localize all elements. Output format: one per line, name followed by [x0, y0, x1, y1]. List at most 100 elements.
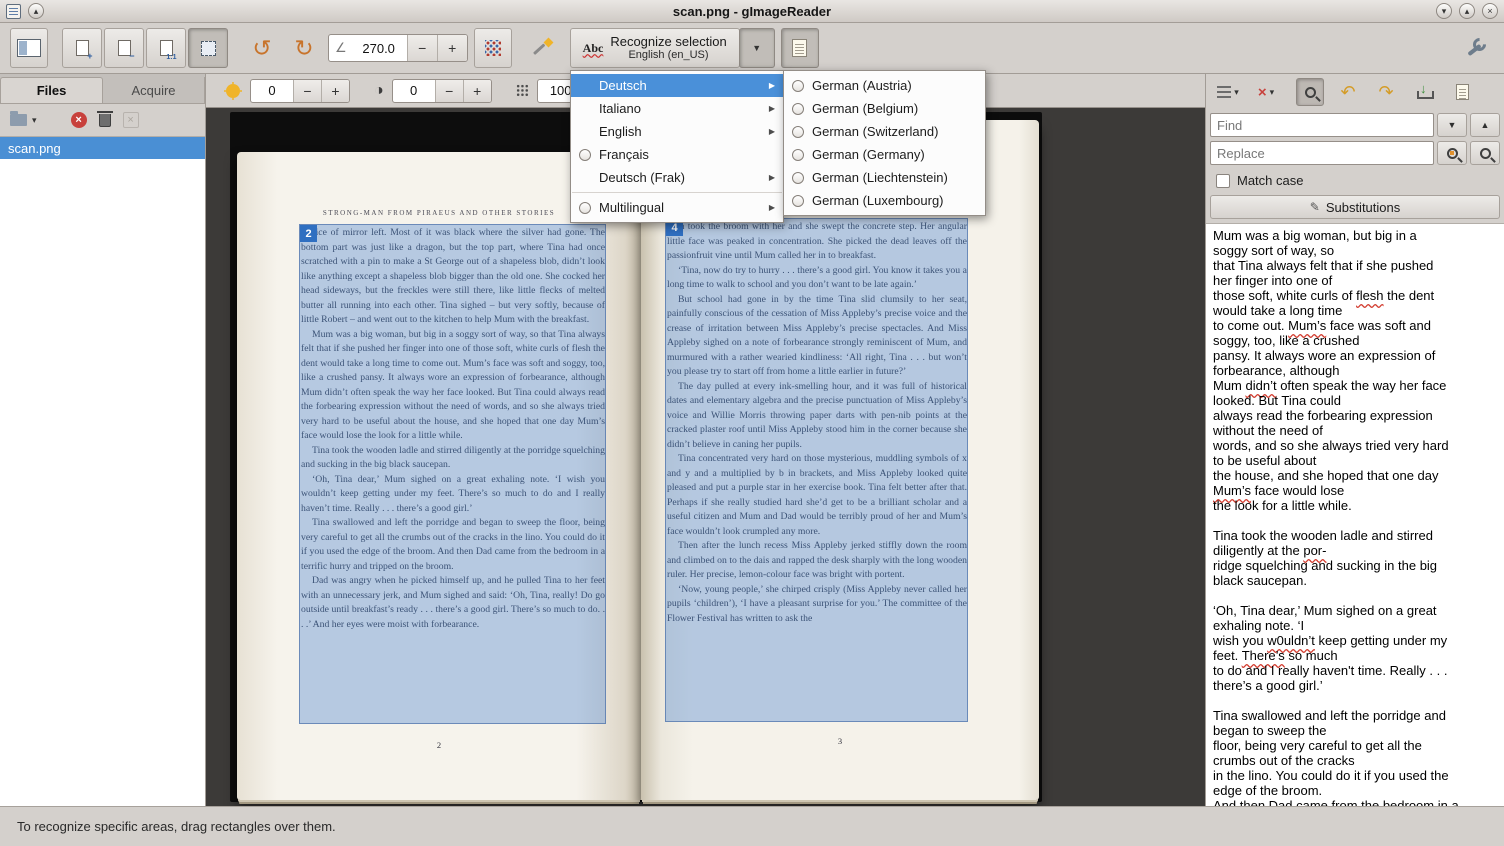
zoom-in-button[interactable]: +: [62, 28, 102, 68]
replace-all-icon: [1480, 148, 1491, 159]
add-images-button[interactable]: ▾: [10, 114, 37, 126]
output-line: looked. But Tina could: [1213, 393, 1497, 408]
chevron-down-icon: ▾: [1234, 87, 1239, 98]
match-case-checkbox[interactable]: [1216, 174, 1230, 188]
minimize-button[interactable]: ▾: [1436, 3, 1452, 19]
clear-output-button[interactable]: [1448, 78, 1476, 106]
menu-item-german-belgium[interactable]: German (Belgium): [784, 97, 985, 120]
menu-item-italiano[interactable]: Italiano▶: [571, 97, 783, 120]
selection-region-4[interactable]: 4: [665, 218, 968, 722]
menu-item-german-switzerland[interactable]: German (Switzerland): [784, 120, 985, 143]
settings-button[interactable]: [1458, 28, 1494, 68]
zoom-fit-button[interactable]: [188, 28, 228, 68]
menu-item-label: Deutsch: [599, 78, 763, 93]
recognize-language-dropdown[interactable]: ▼: [739, 28, 775, 68]
output-panel: ▾ × ▾ ↶ ↷ ▼ ▲ Match case: [1205, 74, 1504, 806]
title-bar: ▴ scan.png - gImageReader ▾ ▴ ×: [0, 0, 1504, 23]
window-shade-button[interactable]: ▴: [28, 3, 44, 19]
menu-item-fran-ais[interactable]: Français: [571, 143, 783, 166]
chevron-down-icon: ▾: [1270, 87, 1275, 98]
brightness-increase-button[interactable]: +: [321, 80, 349, 102]
brightness-spinbox[interactable]: 0 − +: [250, 79, 350, 103]
menu-icon-column: [790, 149, 806, 161]
search-icon: [1305, 87, 1316, 98]
output-line: ‘Oh, Tina dear,’ Mum sighed on a great: [1213, 603, 1497, 618]
maximize-button[interactable]: ▴: [1459, 3, 1475, 19]
output-line: her finger into one of: [1213, 273, 1497, 288]
misspelled-word: por-: [1303, 543, 1326, 558]
strip-line-breaks-button[interactable]: × ▾: [1252, 78, 1280, 106]
output-line: words, and so she always tried very hard: [1213, 438, 1497, 453]
remove-image-button[interactable]: ×: [71, 112, 87, 128]
menu-item-deutsch[interactable]: Deutsch▶: [571, 74, 783, 97]
rotation-spinbox[interactable]: ∠ 270.0 − +: [328, 34, 468, 62]
recognize-button[interactable]: Abc Recognize selection English (en_US): [570, 28, 740, 68]
replace-input[interactable]: [1210, 141, 1434, 165]
insert-mode-button[interactable]: ▾: [1214, 78, 1242, 106]
replace-button[interactable]: [1437, 141, 1467, 165]
contrast-spinbox[interactable]: 0 − +: [392, 79, 492, 103]
delete-image-button[interactable]: [99, 114, 111, 127]
output-line: would take a long time: [1213, 303, 1497, 318]
find-next-button[interactable]: ▼: [1437, 113, 1467, 137]
radio-icon: [579, 149, 591, 161]
radio-icon: [792, 126, 804, 138]
menu-item-german-austria[interactable]: German (Austria): [784, 74, 985, 97]
menu-item-english[interactable]: English▶: [571, 120, 783, 143]
selection-region-2[interactable]: 2: [299, 224, 606, 724]
zoom-out-button[interactable]: −: [104, 28, 144, 68]
maximize-icon: ▴: [1465, 7, 1470, 16]
find-input[interactable]: [1210, 113, 1434, 137]
find-replace-toggle-button[interactable]: [1296, 78, 1324, 106]
menu-item-german-luxembourg[interactable]: German (Luxembourg): [784, 189, 985, 212]
menu-item-label: German (Luxembourg): [812, 193, 977, 208]
output-line: in the lino. You could do it if you used…: [1213, 768, 1497, 783]
output-line: diligently at the por-: [1213, 543, 1497, 558]
tab-acquire[interactable]: Acquire: [103, 77, 205, 103]
substitutions-button[interactable]: ✎ Substitutions: [1210, 195, 1500, 219]
rotate-left-icon: ↺: [252, 37, 271, 60]
close-button[interactable]: ×: [1482, 3, 1498, 19]
menu-item-german-liechtenstein[interactable]: German (Liechtenstein): [784, 166, 985, 189]
menu-item-deutsch-frak[interactable]: Deutsch (Frak)▶: [571, 166, 783, 189]
zoom-original-button[interactable]: 1:1: [146, 28, 186, 68]
arrow-down-icon: ▼: [1448, 120, 1457, 130]
save-output-button[interactable]: [1410, 78, 1438, 106]
output-text[interactable]: Mum was a big woman, but big in asoggy s…: [1206, 223, 1504, 806]
tab-files[interactable]: Files: [0, 77, 103, 103]
toggle-output-pane-button[interactable]: [781, 28, 819, 68]
output-line: crumbs out of the cracks: [1213, 753, 1497, 768]
autodetect-layout-button[interactable]: [526, 28, 562, 68]
save-icon: [1416, 84, 1432, 100]
rotation-decrease-button[interactable]: −: [407, 35, 437, 61]
rotate-right-icon: ↻: [294, 37, 313, 60]
rotate-right-button[interactable]: ↻: [286, 28, 322, 68]
output-line: [1213, 588, 1497, 603]
page-segmentation-button[interactable]: [474, 28, 512, 68]
output-line: floor, being very careful to get all the: [1213, 738, 1497, 753]
toggle-panes-button[interactable]: [10, 28, 48, 68]
file-list: scan.png: [0, 137, 205, 806]
replace-all-button[interactable]: [1470, 141, 1500, 165]
rotation-increase-button[interactable]: +: [437, 35, 467, 61]
rotate-left-button[interactable]: ↺: [244, 28, 280, 68]
contrast-increase-button[interactable]: +: [463, 80, 491, 102]
output-line: [1213, 693, 1497, 708]
file-row[interactable]: scan.png: [0, 137, 205, 159]
brightness-decrease-button[interactable]: −: [293, 80, 321, 102]
output-line: without the need of: [1213, 423, 1497, 438]
match-case-row: Match case: [1206, 166, 1504, 193]
contrast-decrease-button[interactable]: −: [435, 80, 463, 102]
clear-images-button[interactable]: ×: [123, 112, 139, 128]
undo-button[interactable]: ↶: [1334, 78, 1362, 106]
menu-item-label: German (Germany): [812, 147, 977, 162]
plus-icon: +: [331, 83, 339, 99]
output-line: [1213, 513, 1497, 528]
menu-item-multilingual[interactable]: Multilingual▶: [571, 196, 783, 219]
radio-icon: [792, 172, 804, 184]
menu-item-label: German (Belgium): [812, 101, 977, 116]
find-prev-button[interactable]: ▲: [1470, 113, 1500, 137]
menu-item-german-germany[interactable]: German (Germany): [784, 143, 985, 166]
clear-x-icon: ×: [127, 114, 133, 126]
redo-button[interactable]: ↷: [1372, 78, 1400, 106]
